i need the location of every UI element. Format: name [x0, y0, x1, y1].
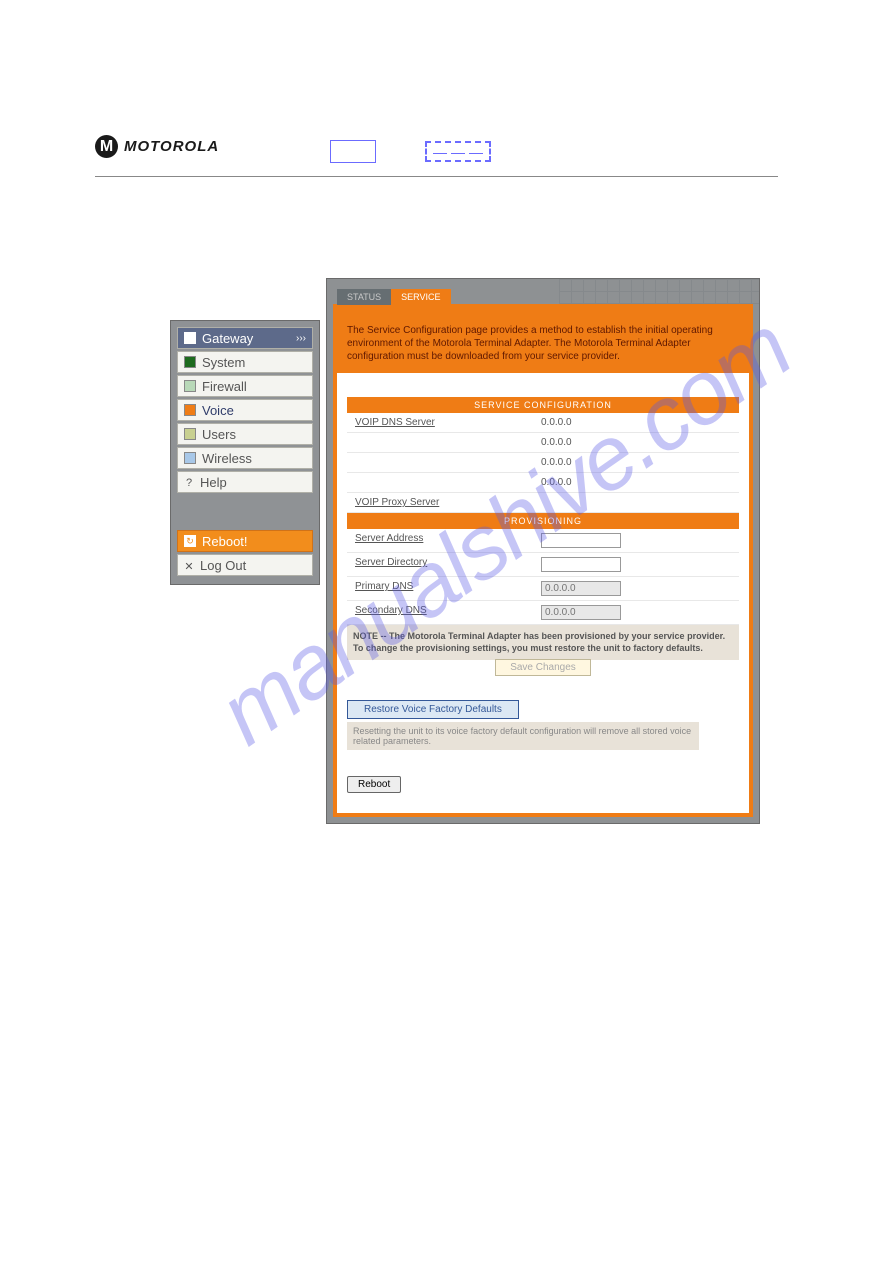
sidebar: Gateway ››› System Firewall Voice Users … — [170, 320, 320, 585]
sidebar-item-reboot[interactable]: ↻ Reboot! — [177, 530, 313, 552]
sidebar-label: Log Out — [200, 558, 246, 573]
value-dns1: 0.0.0.0 — [533, 413, 739, 432]
tab-status[interactable]: STATUS — [337, 289, 391, 305]
square-icon — [184, 404, 196, 416]
provisioning-note: NOTE -- The Motorola Terminal Adapter ha… — [347, 625, 739, 660]
label-voip-proxy: VOIP Proxy Server — [347, 493, 533, 512]
decorative-grid — [559, 279, 759, 304]
square-icon — [184, 452, 196, 464]
sidebar-item-users[interactable]: Users — [177, 423, 313, 445]
value-dns3: 0.0.0.0 — [533, 453, 739, 472]
sidebar-item-system[interactable]: System — [177, 351, 313, 373]
reset-message: Resetting the unit to its voice factory … — [347, 722, 699, 750]
header-links — [330, 140, 491, 163]
header: M MOTOROLA — [95, 135, 778, 177]
sidebar-label: Firewall — [202, 379, 247, 394]
sidebar-item-gateway[interactable]: Gateway ››› — [177, 327, 313, 349]
label-voip-dns: VOIP DNS Server — [347, 413, 533, 432]
reboot-icon: ↻ — [184, 535, 196, 547]
row-voip-dns: VOIP DNS Server 0.0.0.0 — [347, 413, 739, 433]
question-icon: ? — [184, 477, 194, 487]
square-icon — [184, 356, 196, 368]
row-voip-proxy: VOIP Proxy Server — [347, 493, 739, 513]
sidebar-item-firewall[interactable]: Firewall — [177, 375, 313, 397]
label-secondary-dns: Secondary DNS — [347, 601, 533, 624]
value-dns4: 0.0.0.0 — [533, 473, 739, 492]
section-provisioning: PROVISIONING — [347, 513, 739, 529]
save-button[interactable]: Save Changes — [495, 659, 591, 676]
row-server-directory: Server Directory — [347, 553, 739, 577]
header-tab-link[interactable] — [330, 140, 376, 163]
sidebar-label: Wireless — [202, 451, 252, 466]
sidebar-label: Users — [202, 427, 236, 442]
brand-name: MOTOROLA — [124, 138, 219, 155]
sidebar-label: Voice — [202, 403, 234, 418]
row-server-address: Server Address — [347, 529, 739, 553]
row-secondary-dns: Secondary DNS — [347, 601, 739, 625]
sidebar-item-logout[interactable]: ✕ Log Out — [177, 554, 313, 576]
row-voip-dns3: 0.0.0.0 — [347, 453, 739, 473]
input-server-directory[interactable] — [541, 557, 621, 572]
square-icon — [184, 380, 196, 392]
config-form: SERVICE CONFIGURATION VOIP DNS Server 0.… — [337, 373, 749, 813]
sidebar-item-voice[interactable]: Voice — [177, 399, 313, 421]
section-service-config: SERVICE CONFIGURATION — [347, 397, 739, 413]
row-voip-dns2: 0.0.0.0 — [347, 433, 739, 453]
sidebar-label: Gateway — [202, 331, 253, 346]
value-dns2: 0.0.0.0 — [533, 433, 739, 452]
input-server-address[interactable] — [541, 533, 621, 548]
label-server-address: Server Address — [347, 529, 533, 552]
sidebar-item-help[interactable]: ? Help — [177, 471, 313, 493]
input-primary-dns[interactable] — [541, 581, 621, 596]
sidebar-label: System — [202, 355, 245, 370]
logo-icon: M — [95, 135, 118, 158]
input-secondary-dns[interactable] — [541, 605, 621, 620]
label-server-directory: Server Directory — [347, 553, 533, 576]
sidebar-item-wireless[interactable]: Wireless — [177, 447, 313, 469]
chevron-right-icon: ››› — [296, 333, 306, 344]
sidebar-label: Help — [200, 475, 227, 490]
row-primary-dns: Primary DNS — [347, 577, 739, 601]
panel-tabs: STATUS SERVICE — [337, 289, 451, 305]
sidebar-label: Reboot! — [202, 534, 248, 549]
restore-defaults-button[interactable]: Restore Voice Factory Defaults — [347, 700, 519, 719]
reboot-button[interactable]: Reboot — [347, 776, 401, 793]
label-primary-dns: Primary DNS — [347, 577, 533, 600]
square-icon — [184, 332, 196, 344]
close-icon: ✕ — [184, 560, 194, 570]
header-dashed-link[interactable] — [425, 141, 491, 162]
square-icon — [184, 428, 196, 440]
description-text: The Service Configuration page provides … — [337, 308, 749, 373]
main-panel: STATUS SERVICE The Service Configuration… — [326, 278, 760, 824]
tab-service[interactable]: SERVICE — [391, 289, 450, 305]
row-voip-dns4: 0.0.0.0 — [347, 473, 739, 493]
